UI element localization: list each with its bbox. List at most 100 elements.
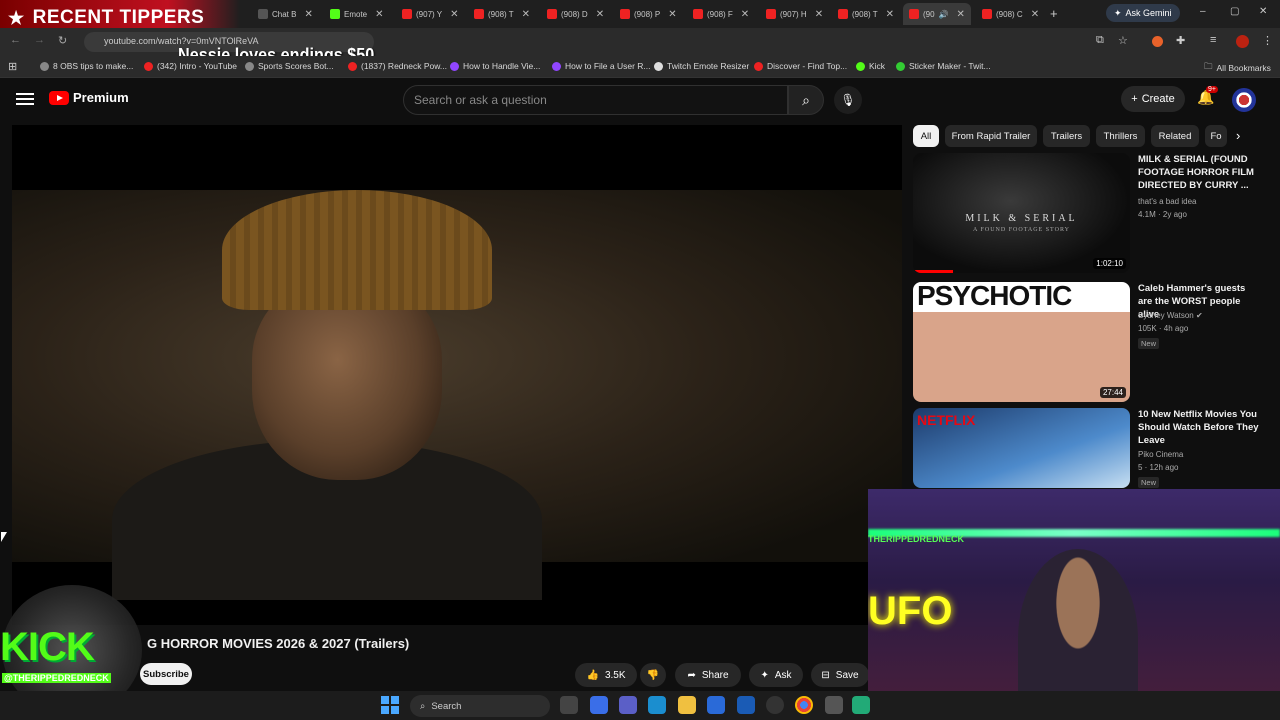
search-icon[interactable]: ⌕ (788, 85, 824, 115)
avatar[interactable] (1232, 88, 1256, 112)
file-explorer-icon[interactable] (678, 696, 696, 714)
dislike-button[interactable]: 👎 (640, 663, 666, 687)
browser-tab[interactable]: (907) Y ✕ (396, 3, 464, 25)
video-thumbnail[interactable]: PSYCHOTIC 27:44 (913, 282, 1130, 402)
recommendation-item[interactable]: PSYCHOTIC 27:44 Caleb Hammer's guests ar… (913, 282, 1263, 407)
search-input[interactable]: Search or ask a question (403, 85, 788, 115)
copilot-icon[interactable] (590, 696, 608, 714)
close-icon[interactable]: ✕ (304, 9, 312, 20)
close-icon[interactable]: ✕ (1031, 9, 1039, 20)
edge-icon[interactable] (648, 696, 666, 714)
subscribe-button[interactable]: Subscribe (140, 663, 192, 685)
video-player[interactable] (12, 125, 902, 625)
microphone-icon[interactable]: 🎙 (834, 86, 862, 114)
bookmark-item[interactable]: 8 OBS tips to make... (40, 61, 133, 71)
browser-tab[interactable]: Chat B ✕ (252, 3, 320, 25)
ask-gemini-button[interactable]: ✦ Ask Gemini (1106, 4, 1180, 22)
close-icon[interactable]: ✕ (450, 9, 458, 20)
media-icon[interactable]: ≡ (1210, 34, 1216, 46)
chevron-right-icon[interactable]: › (1236, 128, 1240, 143)
chip-thrillers[interactable]: Thrillers (1096, 125, 1145, 147)
browser-tab[interactable]: (908) D ✕ (541, 3, 609, 25)
bookmark-item[interactable]: How to Handle Vie... (450, 61, 540, 71)
video-thumbnail[interactable]: NETFLIX (913, 408, 1130, 488)
bookmark-item[interactable]: Discover - Find Top... (754, 61, 847, 71)
recommendation-title[interactable]: MILK & SERIAL (FOUND FOOTAGE HORROR FILM… (1138, 153, 1260, 192)
forward-icon[interactable]: → (34, 34, 45, 46)
bookmark-item[interactable]: (1837) Redneck Pow... (348, 61, 447, 71)
recommendation-channel[interactable]: that's a bad idea (1138, 197, 1196, 206)
all-bookmarks-folder[interactable]: 🗀 All Bookmarks (1204, 61, 1271, 75)
browser-tab[interactable]: (908) C ✕ (976, 3, 1044, 25)
back-icon[interactable]: ← (10, 34, 21, 46)
browser-tab[interactable]: (908) T ✕ (468, 3, 536, 25)
window-close-icon[interactable]: ✕ (1259, 6, 1267, 17)
windows-start-icon[interactable] (381, 696, 399, 714)
more-menu-icon[interactable]: ⋮ (1262, 34, 1273, 47)
minimize-icon[interactable]: – (1200, 6, 1206, 17)
app-icon[interactable] (825, 696, 843, 714)
bookmark-item[interactable]: How to File a User R... (552, 61, 651, 71)
share-button[interactable]: ➦ Share (675, 663, 741, 687)
hamburger-menu-icon[interactable] (16, 90, 34, 108)
chip-all[interactable]: All (913, 125, 939, 147)
reload-icon[interactable]: ↻ (58, 34, 67, 47)
close-icon[interactable]: ✕ (886, 9, 894, 20)
maximize-icon[interactable]: ▢ (1230, 6, 1239, 17)
outlook-icon[interactable] (737, 696, 755, 714)
close-icon[interactable]: ✕ (957, 9, 965, 20)
bookmark-item[interactable]: Sports Scores Bot... (245, 61, 334, 71)
chip-from-rapid-trailer[interactable]: From Rapid Trailer (945, 125, 1037, 147)
teams-icon[interactable] (619, 696, 637, 714)
star-icon: ★ (8, 7, 25, 28)
browser-tab-active[interactable]: (90 🔊 ✕ (903, 3, 971, 25)
extension-icon[interactable] (1152, 36, 1163, 47)
duration-badge: 27:44 (1099, 387, 1126, 398)
close-icon[interactable]: ✕ (596, 9, 604, 20)
close-icon[interactable]: ✕ (375, 9, 383, 20)
profile-avatar-icon[interactable] (1236, 35, 1249, 48)
browser-tab[interactable]: (908) F ✕ (687, 3, 755, 25)
apps-grid-icon[interactable]: ⊞ (8, 60, 17, 73)
chrome-icon[interactable] (795, 696, 813, 714)
bookmark-item[interactable]: Twitch Emote Resizer (654, 61, 749, 71)
ask-button[interactable]: ✦ Ask (749, 663, 803, 687)
share-icon: ➦ (687, 669, 696, 681)
chip-more[interactable]: Fo (1205, 125, 1227, 147)
bookmark-item[interactable]: (342) Intro - YouTube (144, 61, 237, 71)
save-button[interactable]: ⊟ Save (811, 663, 869, 687)
browser-tab[interactable]: (907) H ✕ (760, 3, 828, 25)
youtube-play-icon (49, 90, 69, 105)
browser-tab[interactable]: Emote ✕ (324, 3, 392, 25)
extensions-puzzle-icon[interactable]: ✚ (1176, 34, 1185, 47)
create-button[interactable]: + Create (1121, 86, 1185, 112)
new-tab-icon[interactable]: + (1050, 6, 1058, 21)
verified-icon: ✔ (1195, 311, 1203, 320)
obs-icon[interactable] (766, 696, 784, 714)
recommendation-item[interactable]: MILK & SERIAL A FOUND FOOTAGE STORY 1:02… (913, 153, 1263, 278)
chip-related[interactable]: Related (1151, 125, 1199, 147)
video-title: G HORROR MOVIES 2026 & 2027 (Trailers) (147, 636, 410, 651)
close-icon[interactable]: ✕ (668, 9, 676, 20)
recommendation-item[interactable]: NETFLIX 10 New Netflix Movies You Should… (913, 408, 1263, 488)
close-icon[interactable]: ✕ (815, 9, 823, 20)
like-button[interactable]: 👍 3.5K (575, 663, 637, 687)
browser-tab[interactable]: (908) P ✕ (614, 3, 682, 25)
video-thumbnail[interactable]: MILK & SERIAL A FOUND FOOTAGE STORY 1:02… (913, 153, 1130, 273)
recommendation-channel[interactable]: Sydney Watson ✔ (1138, 311, 1203, 320)
chip-trailers[interactable]: Trailers (1043, 125, 1090, 147)
recommendation-channel[interactable]: Piko Cinema (1138, 450, 1183, 459)
taskbar-search[interactable]: ⌕ Search (410, 695, 550, 717)
task-view-icon[interactable] (560, 696, 578, 714)
app-icon[interactable] (852, 696, 870, 714)
bookmark-item[interactable]: Kick (856, 61, 885, 71)
youtube-logo[interactable]: Premium (49, 90, 129, 105)
close-icon[interactable]: ✕ (522, 9, 530, 20)
browser-tab[interactable]: (908) T ✕ (832, 3, 900, 25)
bookmark-star-icon[interactable]: ☆ (1118, 34, 1128, 47)
store-icon[interactable] (707, 696, 725, 714)
recommendation-title[interactable]: 10 New Netflix Movies You Should Watch B… (1138, 408, 1260, 447)
bookmark-item[interactable]: Sticker Maker - Twit... (896, 61, 991, 71)
cast-icon[interactable]: ⧉ (1096, 34, 1104, 47)
close-icon[interactable]: ✕ (741, 9, 749, 20)
